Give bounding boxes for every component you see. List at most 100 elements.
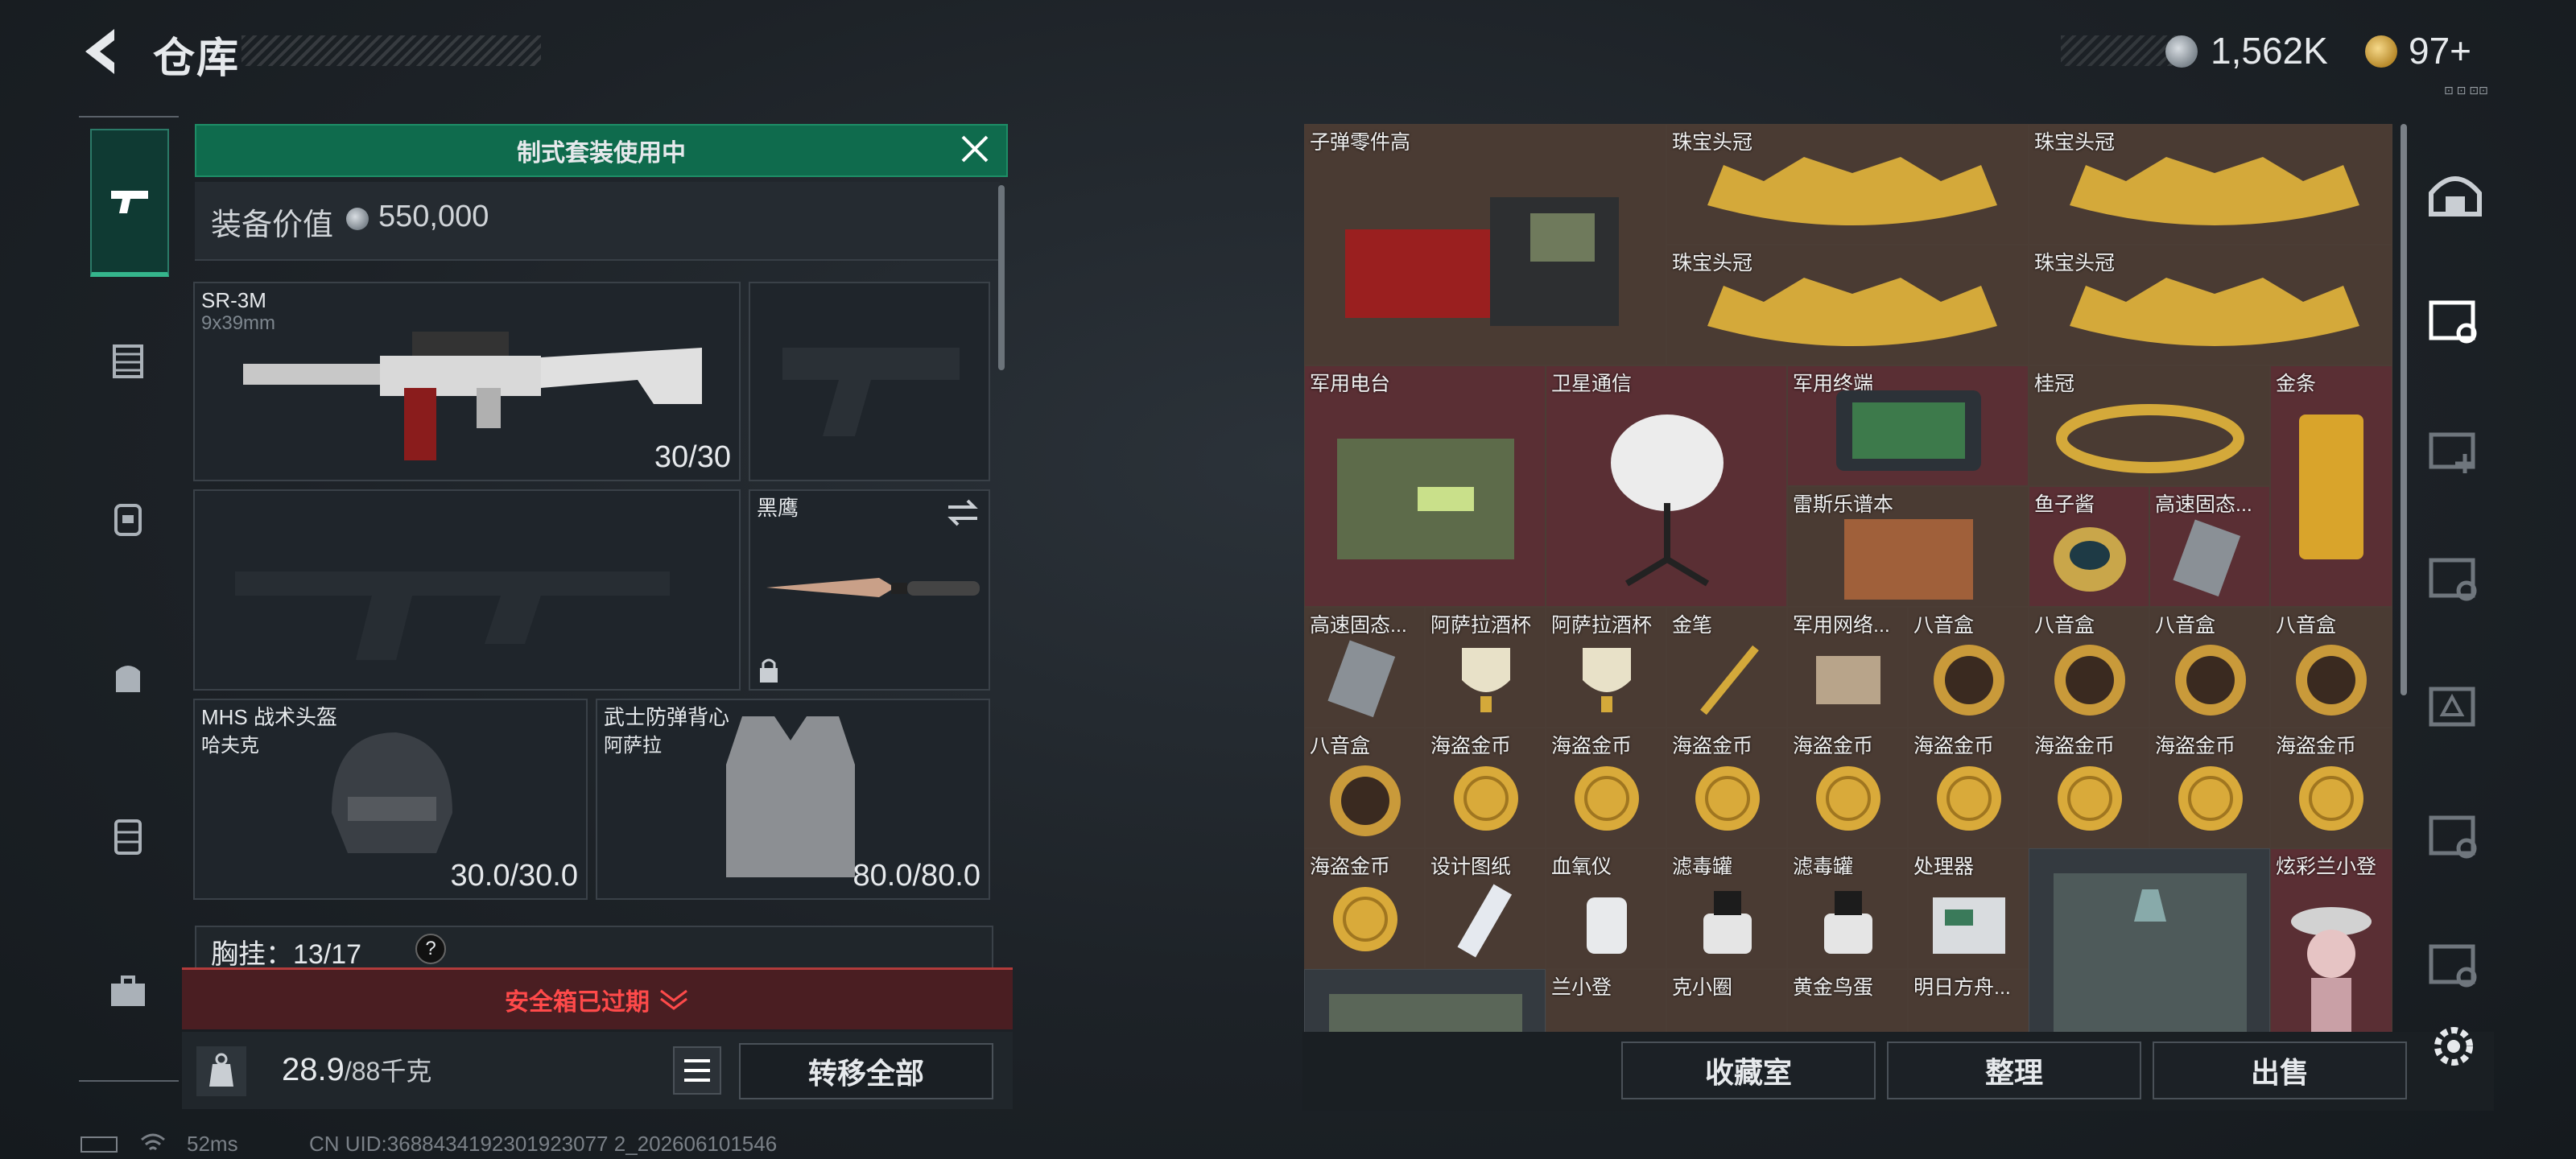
item-label: 金条 [2276,373,2317,395]
rifle-silhouette [235,571,670,660]
storage-item-oximeter[interactable]: 血氧仪 [1546,848,1666,969]
storage-item-golden-egg[interactable]: 黄金鸟蛋 [1787,969,1908,1033]
backup-weapon-slot[interactable] [193,489,741,691]
nav-weapons[interactable] [90,129,169,277]
collection-room-button[interactable]: 收藏室 [1621,1041,1876,1099]
storage-item-gold-bar[interactable]: 金条 [2270,365,2392,607]
storage-item-partial[interactable] [1304,969,1546,1033]
canister-image [1703,891,1752,954]
melee-slot[interactable]: 黑鹰 [749,489,990,691]
storage-item-pirate-coin[interactable]: 海盗金币 [2149,728,2270,848]
nav-storage-home[interactable] [2425,161,2486,222]
storage-item-caviar[interactable]: 鱼子酱 [2029,486,2149,607]
item-label: 海盗金币 [1430,735,1512,757]
nav-storage-2[interactable] [2425,676,2486,737]
nav-chest-rig[interactable] [90,798,166,874]
briefcase-icon [111,975,145,1006]
item-label: 海盗金币 [1551,735,1633,757]
melee-name: 黑鹰 [757,496,799,520]
swap-icon[interactable] [945,499,980,526]
storage-scrollbar[interactable] [2401,124,2407,695]
storage-item-pirate-coin[interactable]: 海盗金币 [2029,728,2149,848]
double-chevron-down-icon [660,989,687,1010]
nav-storage-1[interactable] [2425,290,2486,351]
nav-toolbox[interactable] [90,955,166,1030]
equipment-value-label: 装备价值 [211,208,334,242]
storage-item-gold-pen[interactable]: 金笔 [1666,607,1787,728]
storage-item-ammo-parts[interactable]: 子弹零件高 [1304,124,1666,365]
item-label: 炫彩兰小登 [2276,856,2377,878]
storage-item-crown[interactable]: 珠宝头冠 [1666,245,2029,365]
storage-item-network-device[interactable]: 军用网络... [1787,607,1908,728]
nav-attachments[interactable] [90,324,166,399]
storage-item-music-box[interactable]: 八音盒 [2029,607,2149,728]
storage-item-music-box[interactable]: 八音盒 [1908,607,2029,728]
storage-item-filter-canister[interactable]: 滤毒罐 [1787,848,1908,969]
item-label: 海盗金币 [1913,735,1995,757]
storage-item-satellite[interactable]: 卫星通信 [1546,365,1787,607]
loadout-scrollbar[interactable] [998,185,1005,370]
currency-decoration [2061,35,2182,66]
nav-storage-4[interactable] [2425,805,2486,866]
storage-item-music-box[interactable]: 八音盒 [1304,728,1425,848]
storage-item-blueprint[interactable]: 设计图纸 [1425,848,1546,969]
safe-search-icon [2429,558,2477,601]
storage-item-processor[interactable]: 处理器 [1908,848,2029,969]
storage-item-goblet[interactable]: 阿萨拉酒杯 [1546,607,1666,728]
storage-item-crown[interactable]: 珠宝头冠 [2029,245,2392,365]
storage-item-filter-canister[interactable]: 滤毒罐 [1666,848,1787,969]
item-label: 海盗金币 [2276,735,2357,757]
nav-storage-3[interactable] [2425,547,2486,608]
list-view-button[interactable] [673,1046,721,1095]
settings-gear-icon[interactable] [2428,1021,2479,1072]
storage-item-kexiaoquan[interactable]: 克小圈 [1666,969,1787,1033]
storage-item-figurine[interactable]: 炫彩兰小登 [2270,848,2392,1033]
storage-item-military-radio[interactable]: 军用电台 [1304,365,1546,607]
storage-item-lanxiaodeng[interactable]: 兰小登 [1546,969,1666,1033]
crate-image [1345,197,1619,326]
currency-premium[interactable]: 97+ [2409,29,2471,72]
safe-search-icon [2429,944,2477,988]
close-icon[interactable] [958,132,992,166]
storage-item-military-terminal[interactable]: 军用终端 [1787,365,2029,486]
nav-backpack[interactable] [90,641,166,716]
nav-storage-4-add[interactable] [2425,419,2486,480]
nav-backpack-alt[interactable] [90,481,166,557]
storage-item-crown[interactable]: 珠宝头冠 [2029,124,2392,245]
storage-item-pirate-coin[interactable]: 海盗金币 [1304,848,1425,969]
storage-item-laurel[interactable]: 桂冠 [2029,365,2270,486]
nav-storage-5[interactable] [2425,934,2486,995]
storage-item-arknights[interactable]: 明日方舟... [1908,969,2029,1033]
storage-item-ssd[interactable]: 高速固态... [2149,486,2270,607]
pistol-silhouette [782,348,960,436]
storage-item-pirate-coin[interactable]: 海盗金币 [1666,728,1787,848]
storage-item-pirate-coin[interactable]: 海盗金币 [1546,728,1666,848]
storage-item-pirate-coin[interactable]: 海盗金币 [1425,728,1546,848]
storage-item-goblet[interactable]: 阿萨拉酒杯 [1425,607,1546,728]
lock-icon [760,658,778,683]
sort-button[interactable]: 整理 [1887,1041,2141,1099]
storage-item-container[interactable] [2029,848,2270,1033]
list-icon [684,1059,710,1082]
help-icon[interactable]: ? [415,934,446,964]
armor-slot[interactable]: 武士防弹背心 阿萨拉 80.0/80.0 [596,699,990,900]
house-icon [2429,176,2482,217]
transfer-all-button[interactable]: 转移全部 [739,1043,993,1099]
sell-button[interactable]: 出售 [2153,1041,2407,1099]
back-button[interactable] [79,26,127,77]
storage-item-pirate-coin[interactable]: 海盗金币 [1787,728,1908,848]
container-image [2054,873,2247,1033]
storage-item-music-box[interactable]: 八音盒 [2270,607,2392,728]
secondary-weapon-slot[interactable] [749,282,990,481]
primary-weapon-slot[interactable]: SR-3M 9x39mm 30/30 [193,282,741,481]
storage-item-crown[interactable]: 珠宝头冠 [1666,124,2029,245]
storage-item-ssd[interactable]: 高速固态... [1304,607,1425,728]
storage-item-music-box[interactable]: 八音盒 [2149,607,2270,728]
item-label: 八音盒 [2034,614,2095,637]
helmet-slot[interactable]: MHS 战术头盔 哈夫克 30.0/30.0 [193,699,588,900]
currency-hafu: 1,562K [2211,30,2328,72]
storage-item-music-book[interactable]: 雷斯乐谱本 [1787,486,2029,607]
storage-item-pirate-coin[interactable]: 海盗金币 [1908,728,2029,848]
storage-item-pirate-coin[interactable]: 海盗金币 [2270,728,2392,848]
safe-box-expired[interactable]: 安全箱已过期 [182,967,1013,1029]
